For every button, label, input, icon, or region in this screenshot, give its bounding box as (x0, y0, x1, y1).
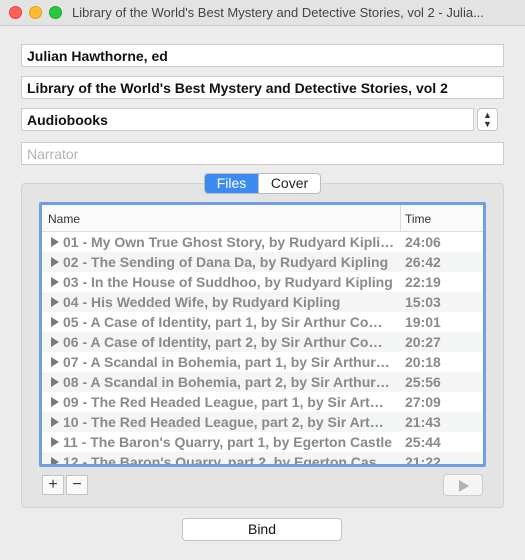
table-row[interactable]: 08 - A Scandal in Bohemia, part 2, by Si… (42, 372, 483, 392)
disclosure-triangle-icon[interactable] (51, 397, 59, 407)
files-table[interactable]: Name Time 01 - My Own True Ghost Story, … (39, 202, 486, 467)
title-field[interactable]: Library of the World's Best Mystery and … (21, 76, 504, 99)
row-name: 08 - A Scandal in Bohemia, part 2, by Si… (63, 374, 390, 390)
disclosure-triangle-icon[interactable] (51, 257, 59, 267)
row-time: 25:56 (405, 374, 441, 390)
disclosure-triangle-icon[interactable] (51, 337, 59, 347)
table-row[interactable]: 01 - My Own True Ghost Story, by Rudyard… (42, 232, 483, 252)
row-name: 02 - The Sending of Dana Da, by Rudyard … (63, 254, 389, 270)
author-field[interactable]: Julian Hawthorne, ed (21, 44, 504, 67)
disclosure-triangle-icon[interactable] (51, 237, 59, 247)
disclosure-triangle-icon[interactable] (51, 357, 59, 367)
row-name: 09 - The Red Headed League, part 1, by S… (63, 394, 384, 410)
table-row[interactable]: 02 - The Sending of Dana Da, by Rudyard … (42, 252, 483, 272)
disclosure-triangle-icon[interactable] (51, 417, 59, 427)
table-row[interactable]: 06 - A Case of Identity, part 2, by Sir … (42, 332, 483, 352)
title-bar: Library of the World's Best Mystery and … (0, 0, 525, 26)
table-row[interactable]: 03 - In the House of Suddhoo, by Rudyard… (42, 272, 483, 292)
row-time: 21:43 (405, 414, 441, 430)
row-name: 04 - His Wedded Wife, by Rudyard Kipling (63, 294, 341, 310)
row-name: 01 - My Own True Ghost Story, by Rudyard… (63, 234, 397, 250)
row-name: 06 - A Case of Identity, part 2, by Sir … (63, 334, 383, 350)
table-row[interactable]: 05 - A Case of Identity, part 1, by Sir … (42, 312, 483, 332)
remove-file-button[interactable]: − (66, 475, 88, 495)
zoom-window-button[interactable] (49, 6, 62, 19)
row-time: 22:19 (405, 274, 441, 290)
chevron-up-down-icon: ▲ ▼ (483, 110, 492, 129)
bind-button[interactable]: Bind (182, 518, 342, 541)
disclosure-triangle-icon[interactable] (51, 297, 59, 307)
tab-cover[interactable]: Cover (258, 174, 320, 193)
row-time: 21:22 (405, 454, 441, 467)
row-name: 05 - A Case of Identity, part 1, by Sir … (63, 314, 383, 330)
tab-files[interactable]: Files (205, 174, 258, 193)
row-name: 12 - The Baron's Quarry, part 2, by Eger… (63, 454, 391, 467)
play-button[interactable] (443, 474, 483, 496)
table-row[interactable]: 10 - The Red Headed League, part 2, by S… (42, 412, 483, 432)
table-row[interactable]: 12 - The Baron's Quarry, part 2, by Eger… (42, 452, 483, 467)
row-name: 11 - The Baron's Quarry, part 1, by Eger… (63, 434, 393, 450)
row-name: 07 - A Scandal in Bohemia, part 1, by Si… (63, 354, 390, 370)
disclosure-triangle-icon[interactable] (51, 457, 59, 464)
column-divider[interactable] (400, 205, 401, 232)
table-row[interactable]: 11 - The Baron's Quarry, part 1, by Eger… (42, 432, 483, 452)
disclosure-triangle-icon[interactable] (51, 377, 59, 387)
add-file-button[interactable]: + (42, 475, 64, 495)
genre-stepper-button[interactable]: ▲ ▼ (477, 108, 498, 131)
column-header-time[interactable]: Time (405, 212, 431, 226)
row-time: 19:01 (405, 314, 441, 330)
row-time: 15:03 (405, 294, 441, 310)
row-time: 20:18 (405, 354, 441, 370)
table-header: Name Time (42, 205, 483, 232)
row-time: 25:44 (405, 434, 441, 450)
disclosure-triangle-icon[interactable] (51, 277, 59, 287)
disclosure-triangle-icon[interactable] (51, 437, 59, 447)
genre-field[interactable]: Audiobooks (21, 108, 474, 131)
row-name: 03 - In the House of Suddhoo, by Rudyard… (63, 274, 393, 290)
table-row[interactable]: 07 - A Scandal in Bohemia, part 1, by Si… (42, 352, 483, 372)
row-time: 24:06 (405, 234, 441, 250)
minimize-window-button[interactable] (29, 6, 42, 19)
row-time: 20:27 (405, 334, 441, 350)
disclosure-triangle-icon[interactable] (51, 317, 59, 327)
row-name: 10 - The Red Headed League, part 2, by S… (63, 414, 384, 430)
row-time: 27:09 (405, 394, 441, 410)
table-row[interactable]: 09 - The Red Headed League, part 1, by S… (42, 392, 483, 412)
play-icon (459, 480, 469, 492)
window-title: Library of the World's Best Mystery and … (72, 5, 484, 20)
close-window-button[interactable] (9, 6, 22, 19)
narrator-field[interactable]: Narrator (21, 142, 504, 165)
table-row[interactable]: 04 - His Wedded Wife, by Rudyard Kipling… (42, 292, 483, 312)
row-time: 26:42 (405, 254, 441, 270)
tab-switcher: Files Cover (204, 173, 321, 194)
column-header-name[interactable]: Name (48, 212, 80, 226)
